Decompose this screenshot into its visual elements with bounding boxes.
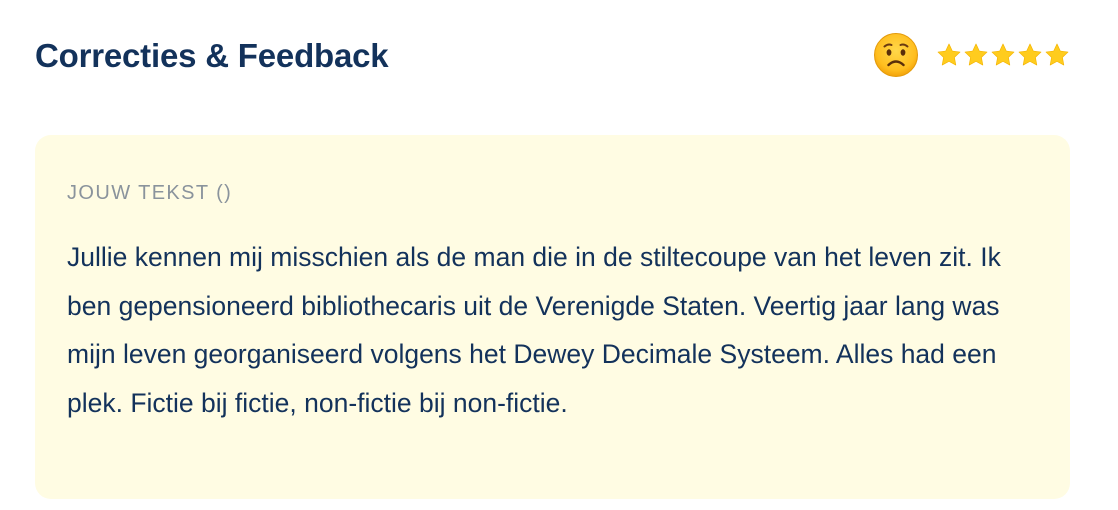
star-filled-icon (1018, 43, 1042, 66)
your-text-card: JOUW TEKST () Jullie kennen mij misschie… (35, 135, 1070, 499)
rating-display (873, 32, 1070, 78)
page-title: Correcties & Feedback (35, 36, 389, 74)
star-filled-icon (1045, 43, 1069, 66)
star-filled-icon (991, 43, 1015, 66)
star-rating (935, 42, 1070, 68)
your-text-body: Jullie kennen mij misschien als de man d… (67, 242, 1001, 418)
worried-face-icon (874, 33, 918, 77)
feedback-header: Correcties & Feedback (35, 30, 1070, 80)
card-label: JOUW TEKST () (67, 182, 233, 204)
star-filled-icon (937, 43, 961, 66)
star-filled-icon (964, 43, 988, 66)
